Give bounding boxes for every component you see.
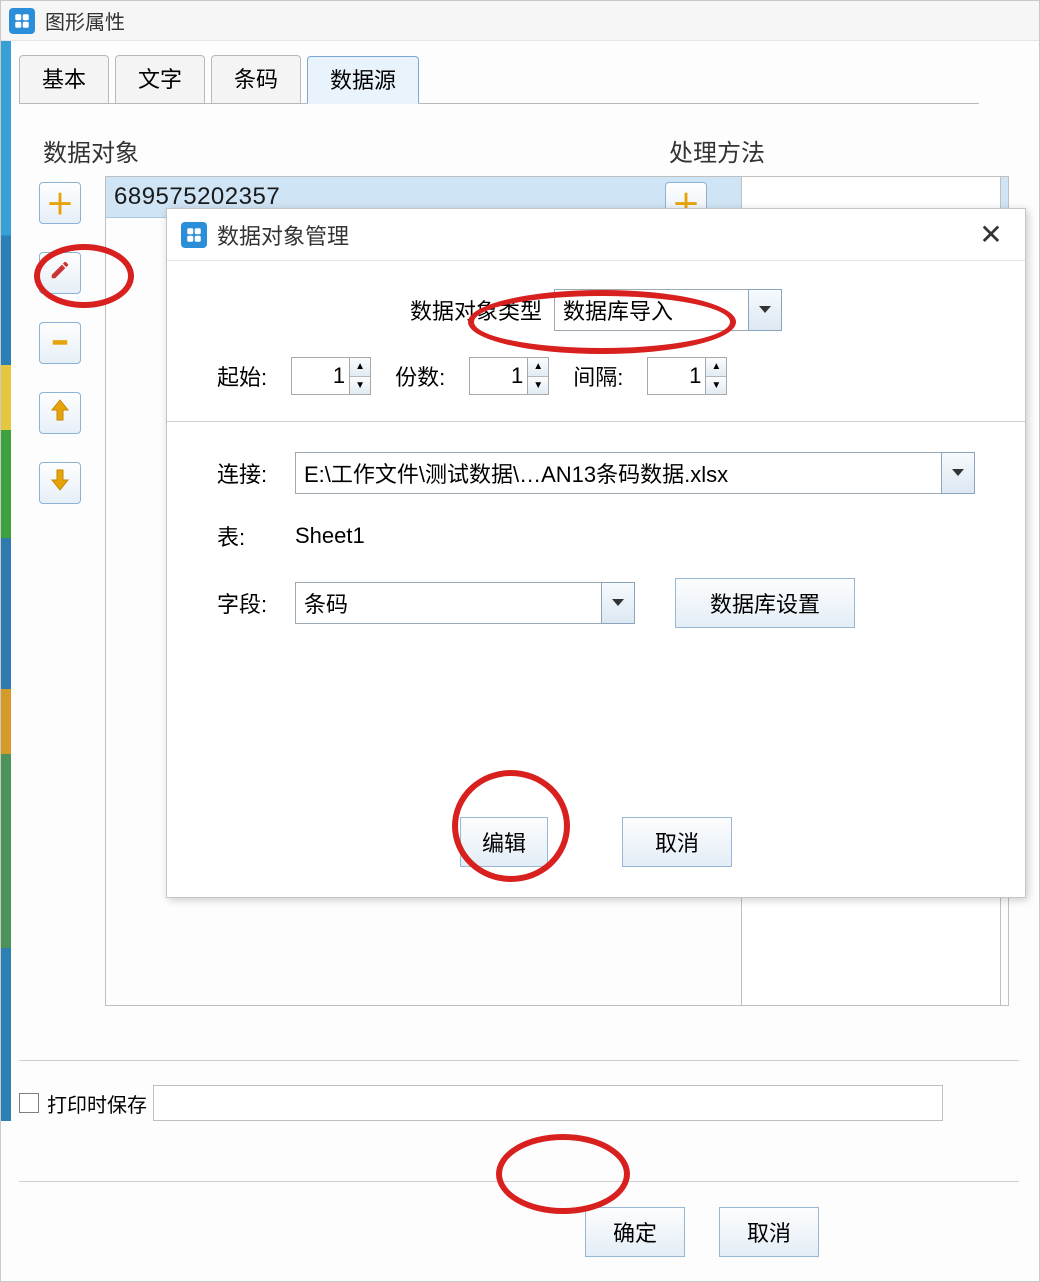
tab-bar: 基本 文字 条码 数据源 bbox=[19, 55, 979, 104]
modal-body: 数据对象类型 数据库导入 起始: ▲▼ 份数: ▲▼ 间隔: ▲ bbox=[167, 261, 1025, 628]
down-arrow-icon bbox=[50, 469, 70, 497]
field-combo[interactable]: 条码 bbox=[295, 582, 635, 624]
table-value: Sheet1 bbox=[295, 523, 365, 549]
spin-up-icon[interactable]: ▲ bbox=[706, 358, 726, 377]
start-spinner[interactable]: ▲▼ bbox=[291, 357, 371, 395]
start-label: 起始: bbox=[217, 360, 267, 392]
tab-datasource[interactable]: 数据源 bbox=[307, 56, 419, 104]
parent-titlebar: 图形属性 bbox=[1, 1, 1039, 41]
modal-title: 数据对象管理 bbox=[217, 219, 971, 251]
copies-label: 份数: bbox=[395, 360, 445, 392]
parent-button-bar: 确定 取消 bbox=[19, 1181, 1019, 1281]
spin-up-icon[interactable]: ▲ bbox=[350, 358, 370, 377]
ok-button[interactable]: 确定 bbox=[585, 1207, 685, 1257]
gap-spinner[interactable]: ▲▼ bbox=[647, 357, 727, 395]
left-color-stripe bbox=[1, 41, 11, 1121]
tab-basic[interactable]: 基本 bbox=[19, 55, 109, 103]
move-up-button[interactable] bbox=[39, 392, 81, 434]
db-settings-button[interactable]: 数据库设置 bbox=[675, 578, 855, 628]
chevron-down-icon bbox=[951, 468, 965, 478]
type-dropdown-button[interactable] bbox=[748, 289, 782, 331]
field-label: 字段: bbox=[217, 587, 287, 619]
app-icon bbox=[9, 8, 35, 34]
up-arrow-icon bbox=[50, 399, 70, 427]
app-icon bbox=[181, 222, 207, 248]
spin-up-icon[interactable]: ▲ bbox=[528, 358, 548, 377]
print-save-checkbox[interactable] bbox=[19, 1093, 39, 1113]
edit-button[interactable] bbox=[39, 252, 81, 294]
remove-button[interactable]: ━ bbox=[39, 322, 81, 364]
gap-input[interactable] bbox=[647, 357, 705, 395]
connection-value: E:\工作文件\测试数据\…AN13条码数据.xlsx bbox=[295, 452, 941, 494]
connection-dropdown-button[interactable] bbox=[941, 452, 975, 494]
chevron-down-icon bbox=[758, 305, 772, 315]
remove-icon: ━ bbox=[53, 330, 66, 356]
print-save-row: 打印时保存 bbox=[19, 1060, 1019, 1121]
tab-text[interactable]: 文字 bbox=[115, 55, 205, 103]
connection-combo[interactable]: E:\工作文件\测试数据\…AN13条码数据.xlsx bbox=[295, 452, 975, 494]
modal-cancel-button[interactable]: 取消 bbox=[622, 817, 732, 867]
spin-down-icon[interactable]: ▼ bbox=[528, 377, 548, 395]
print-save-input[interactable] bbox=[153, 1085, 943, 1121]
connection-label: 连接: bbox=[217, 457, 287, 489]
type-value: 数据库导入 bbox=[554, 289, 748, 331]
spin-down-icon[interactable]: ▼ bbox=[706, 377, 726, 395]
gap-label: 间隔: bbox=[573, 360, 623, 392]
add-icon: ＋ bbox=[46, 183, 74, 223]
print-save-label: 打印时保存 bbox=[47, 1089, 147, 1118]
tab-barcode[interactable]: 条码 bbox=[211, 55, 301, 103]
type-label: 数据对象类型 bbox=[410, 294, 542, 326]
type-combo[interactable]: 数据库导入 bbox=[554, 289, 782, 331]
spin-down-icon[interactable]: ▼ bbox=[350, 377, 370, 395]
field-dropdown-button[interactable] bbox=[601, 582, 635, 624]
table-label: 表: bbox=[217, 520, 287, 552]
copies-spinner[interactable]: ▲▼ bbox=[469, 357, 549, 395]
close-button[interactable]: ✕ bbox=[971, 215, 1011, 255]
modal-button-bar: 编辑 取消 bbox=[167, 817, 1025, 867]
data-object-manage-dialog: 数据对象管理 ✕ 数据对象类型 数据库导入 起始: ▲▼ 份数: ▲▼ bbox=[166, 208, 1026, 898]
field-value: 条码 bbox=[295, 582, 601, 624]
cancel-button[interactable]: 取消 bbox=[719, 1207, 819, 1257]
processing-method-label: 处理方法 bbox=[669, 133, 997, 168]
add-button[interactable]: ＋ bbox=[39, 182, 81, 224]
edit-icon bbox=[49, 259, 71, 287]
data-object-toolbar: ＋ ━ bbox=[39, 182, 105, 1006]
start-input[interactable] bbox=[291, 357, 349, 395]
move-down-button[interactable] bbox=[39, 462, 81, 504]
window-title: 图形属性 bbox=[45, 6, 125, 35]
close-icon: ✕ bbox=[979, 218, 1002, 251]
modal-titlebar: 数据对象管理 ✕ bbox=[167, 209, 1025, 261]
copies-input[interactable] bbox=[469, 357, 527, 395]
edit-confirm-button[interactable]: 编辑 bbox=[460, 817, 548, 867]
chevron-down-icon bbox=[611, 598, 625, 608]
divider bbox=[167, 421, 1025, 422]
